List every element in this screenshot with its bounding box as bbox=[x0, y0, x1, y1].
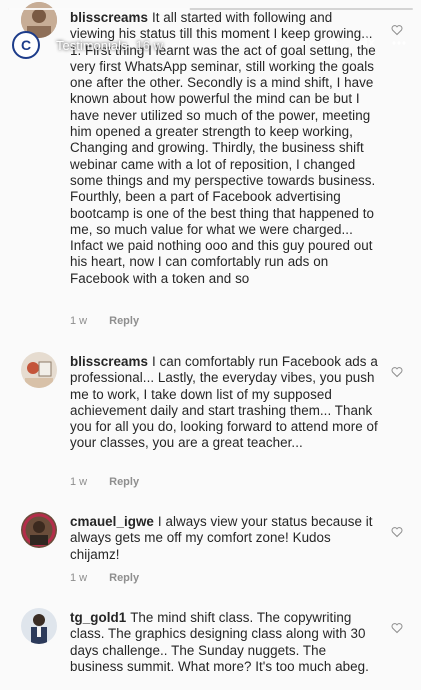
play-icon[interactable] bbox=[327, 34, 343, 52]
comment-meta: 1 w Reply bbox=[70, 572, 139, 584]
story-progress-bar bbox=[8, 8, 413, 10]
reply-button[interactable]: Reply bbox=[109, 315, 139, 327]
avatar[interactable] bbox=[21, 352, 57, 388]
comment-age: 1 w bbox=[70, 315, 88, 327]
comment-meta: 1 w Reply bbox=[70, 476, 139, 488]
comment-username[interactable]: blisscreams bbox=[70, 354, 148, 369]
comment-text: cmauel_igwe I always view your status bec… bbox=[70, 514, 381, 563]
heart-icon[interactable] bbox=[391, 526, 403, 538]
comments-list: blisscreams It all started with following… bbox=[0, 0, 421, 690]
heart-icon[interactable] bbox=[391, 622, 403, 634]
comment-text: tg_gold1 The mind shift class. The copywr… bbox=[70, 610, 381, 675]
comment-text: blisscreams I can comfortably run Faceboo… bbox=[70, 354, 381, 452]
avatar[interactable] bbox=[21, 608, 57, 644]
comment-username[interactable]: cmauel_igwe bbox=[70, 514, 154, 529]
story-time: 16 w bbox=[135, 37, 163, 53]
story-controls bbox=[327, 34, 407, 52]
avatar[interactable] bbox=[21, 512, 57, 548]
story-account-name[interactable]: Testimonials bbox=[56, 38, 128, 53]
comment-age: 1 w bbox=[70, 476, 88, 488]
story-progress-fill bbox=[8, 8, 191, 10]
more-dots-icon[interactable] bbox=[391, 34, 407, 52]
reply-button[interactable]: Reply bbox=[109, 476, 139, 488]
story-header: C Testimonials 16 w bbox=[0, 26, 421, 64]
comment-meta: 1 w Reply bbox=[70, 315, 139, 327]
heart-icon[interactable] bbox=[391, 366, 403, 378]
speaker-muted-icon[interactable] bbox=[359, 34, 375, 52]
story-screen: C Testimonials 16 w blisscreams It all st… bbox=[0, 0, 421, 690]
comment-username[interactable]: tg_gold1 bbox=[70, 610, 126, 625]
c-logo-icon[interactable]: C bbox=[12, 31, 40, 59]
reply-button[interactable]: Reply bbox=[109, 572, 139, 584]
comment-age: 1 w bbox=[70, 572, 88, 584]
comment-username[interactable]: blisscreams bbox=[70, 10, 148, 25]
